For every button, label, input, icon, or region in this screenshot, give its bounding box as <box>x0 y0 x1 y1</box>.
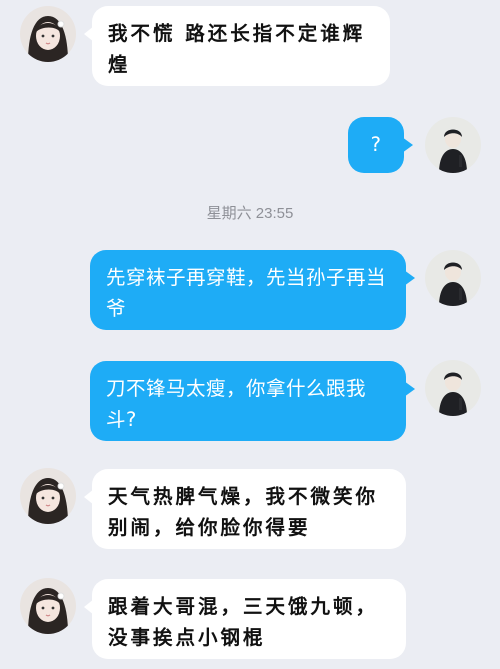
message-text: ? <box>370 133 382 156</box>
boy-avatar[interactable] <box>425 117 481 173</box>
message-text: 天气热脾气燥，我不微笑你别闹，给你脸你得要 <box>108 485 379 539</box>
girl-avatar[interactable] <box>20 468 76 524</box>
message-bubble-incoming[interactable]: 我不慌 路还长指不定谁辉煌 <box>84 6 390 86</box>
boy-avatar[interactable] <box>425 250 481 306</box>
message-bubble-outgoing[interactable]: 刀不锋马太瘦，你拿什么跟我斗? <box>90 361 415 441</box>
message-bubble-incoming[interactable]: 天气热脾气燥，我不微笑你别闹，给你脸你得要 <box>84 469 406 549</box>
chat-window: 我不慌 路还长指不定谁辉煌 ? 星期六 23:55 先穿袜子再穿鞋，先当孙子再当… <box>0 0 500 669</box>
timestamp: 星期六 23:55 <box>206 205 294 222</box>
girl-avatar[interactable] <box>20 578 76 634</box>
message-text: 先穿袜子再穿鞋，先当孙子再当爷 <box>106 266 387 320</box>
message-bubble-incoming[interactable]: 跟着大哥混，三天饿九顿，没事挨点小钢棍 <box>84 579 406 659</box>
girl-avatar[interactable] <box>20 6 76 62</box>
message-text: 刀不锋马太瘦，你拿什么跟我斗? <box>106 377 367 431</box>
message-bubble-outgoing[interactable]: 先穿袜子再穿鞋，先当孙子再当爷 <box>90 250 415 330</box>
message-bubble-outgoing[interactable]: ? <box>348 117 413 173</box>
message-text: 我不慌 路还长指不定谁辉煌 <box>108 22 366 76</box>
boy-avatar[interactable] <box>425 360 481 416</box>
message-text: 跟着大哥混，三天饿九顿，没事挨点小钢棍 <box>108 595 379 649</box>
